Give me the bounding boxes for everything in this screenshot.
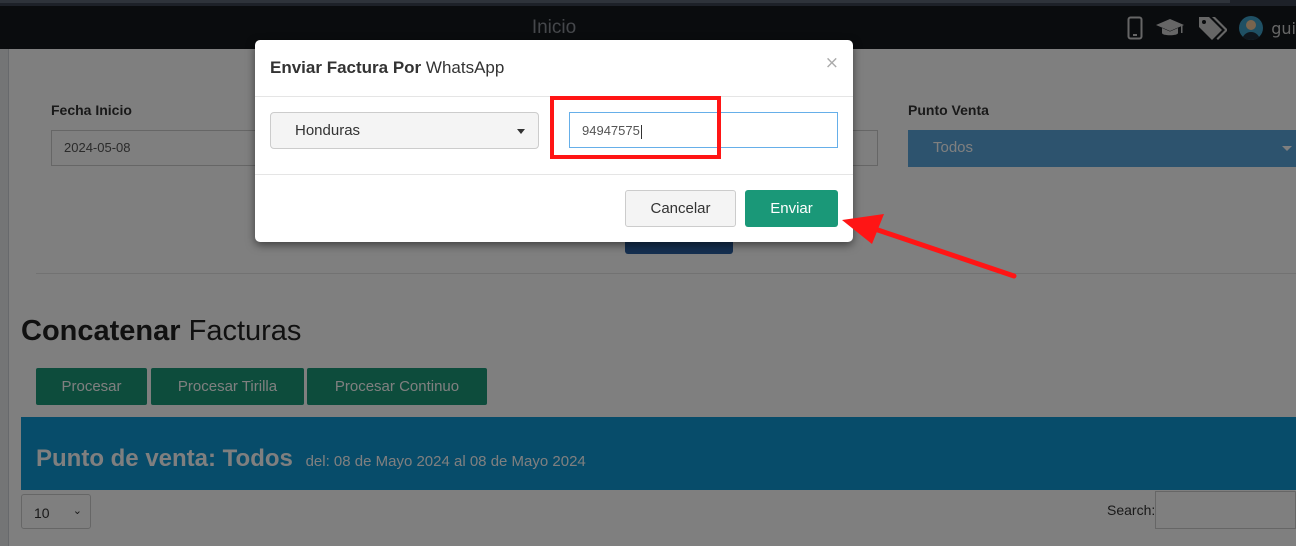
annotation-arrow-icon	[842, 214, 1017, 279]
